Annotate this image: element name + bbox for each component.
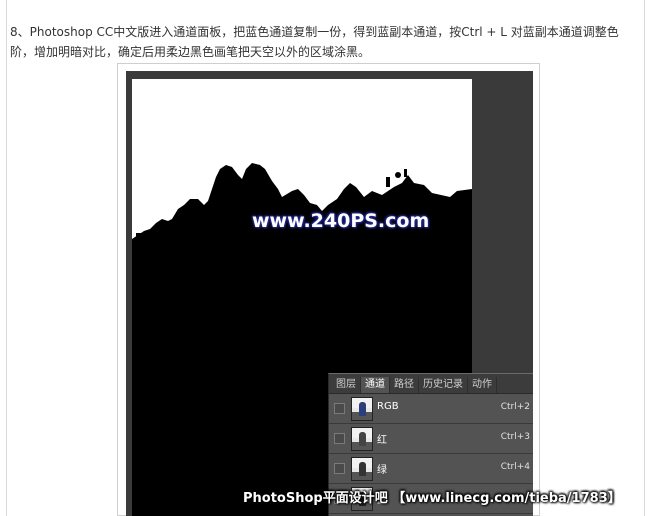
channel-shortcut: Ctrl+4 — [500, 462, 530, 472]
tab-paths[interactable]: 路径 — [390, 377, 419, 393]
visibility-toggle[interactable] — [334, 403, 345, 414]
page-border-right — [644, 0, 645, 516]
instruction-text: 8、Photoshop CC中文版进入通道面板，把蓝色通道复制一份，得到蓝副本通… — [10, 25, 619, 59]
visibility-toggle[interactable] — [334, 433, 345, 444]
channel-shortcut: Ctrl+2 — [500, 402, 530, 412]
channel-thumbnail — [351, 457, 373, 481]
channel-name: 红 — [377, 435, 387, 446]
canvas-watermark: www.240PS.com — [252, 210, 430, 232]
channel-name: 绿 — [377, 465, 387, 476]
tab-channels[interactable]: 通道 — [361, 377, 390, 393]
visibility-toggle[interactable] — [334, 463, 345, 474]
panel-tab-bar: 图层 通道 路径 历史记录 动作 — [329, 374, 533, 394]
channel-thumbnail — [351, 427, 373, 451]
tab-actions[interactable]: 动作 — [468, 377, 497, 393]
tab-history[interactable]: 历史记录 — [419, 377, 468, 393]
tab-layers[interactable]: 图层 — [332, 377, 361, 393]
channel-row-red[interactable]: 红 Ctrl+3 — [329, 424, 533, 454]
channel-thumbnail — [351, 397, 373, 421]
channel-row-green[interactable]: 绿 Ctrl+4 — [329, 454, 533, 484]
channel-row-rgb[interactable]: RGB Ctrl+2 — [329, 394, 533, 424]
channel-shortcut: Ctrl+3 — [500, 432, 530, 442]
channel-name: RGB — [377, 401, 399, 412]
page-border-left — [6, 0, 7, 516]
footer-watermark: PhotoShop平面设计吧 【www.linecg.com/tieba/178… — [243, 491, 621, 506]
photoshop-window: www.240PS.com 图层 通道 路径 历史记录 动作 RGB Ctrl+… — [126, 71, 533, 516]
